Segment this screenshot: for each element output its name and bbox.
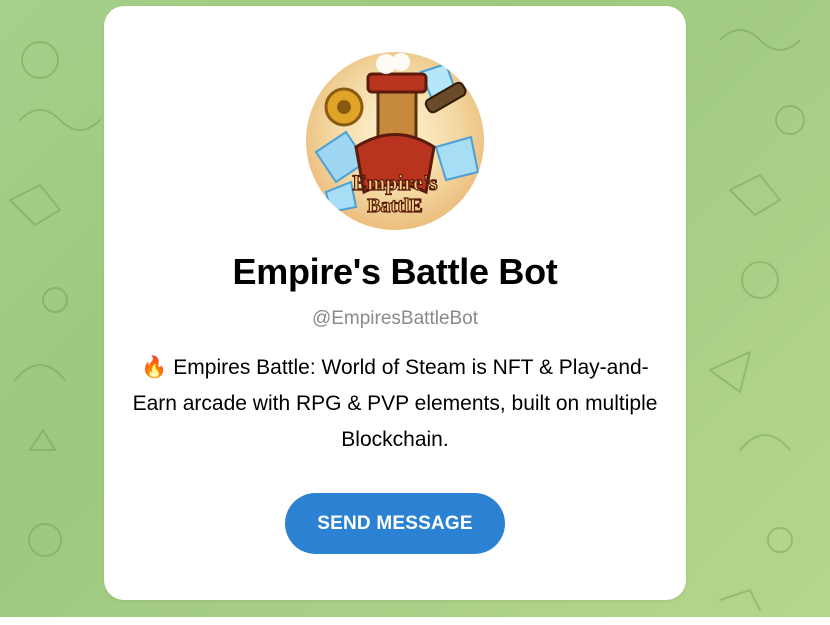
bot-username: @EmpiresBattleBot xyxy=(311,308,479,329)
bot-profile-card: Empire's BattlE Empire's Battle Bot @Emp… xyxy=(104,6,686,600)
fire-emoji-icon: 🔥 xyxy=(141,356,168,379)
bot-title: Empire's Battle Bot xyxy=(232,251,558,292)
bot-description-text: Empires Battle: World of Steam is NFT & … xyxy=(132,356,658,451)
logo-text-line1: Empire's xyxy=(352,170,438,195)
empires-battle-logo-icon: Empire's BattlE xyxy=(306,52,484,230)
bottom-strip xyxy=(0,617,830,625)
send-message-button[interactable]: SEND MESSAGE xyxy=(285,493,505,554)
logo-text-line2: BattlE xyxy=(367,195,423,217)
bot-avatar: Empire's BattlE xyxy=(306,52,484,230)
bot-description: 🔥 Empires Battle: World of Steam is NFT … xyxy=(128,350,662,458)
